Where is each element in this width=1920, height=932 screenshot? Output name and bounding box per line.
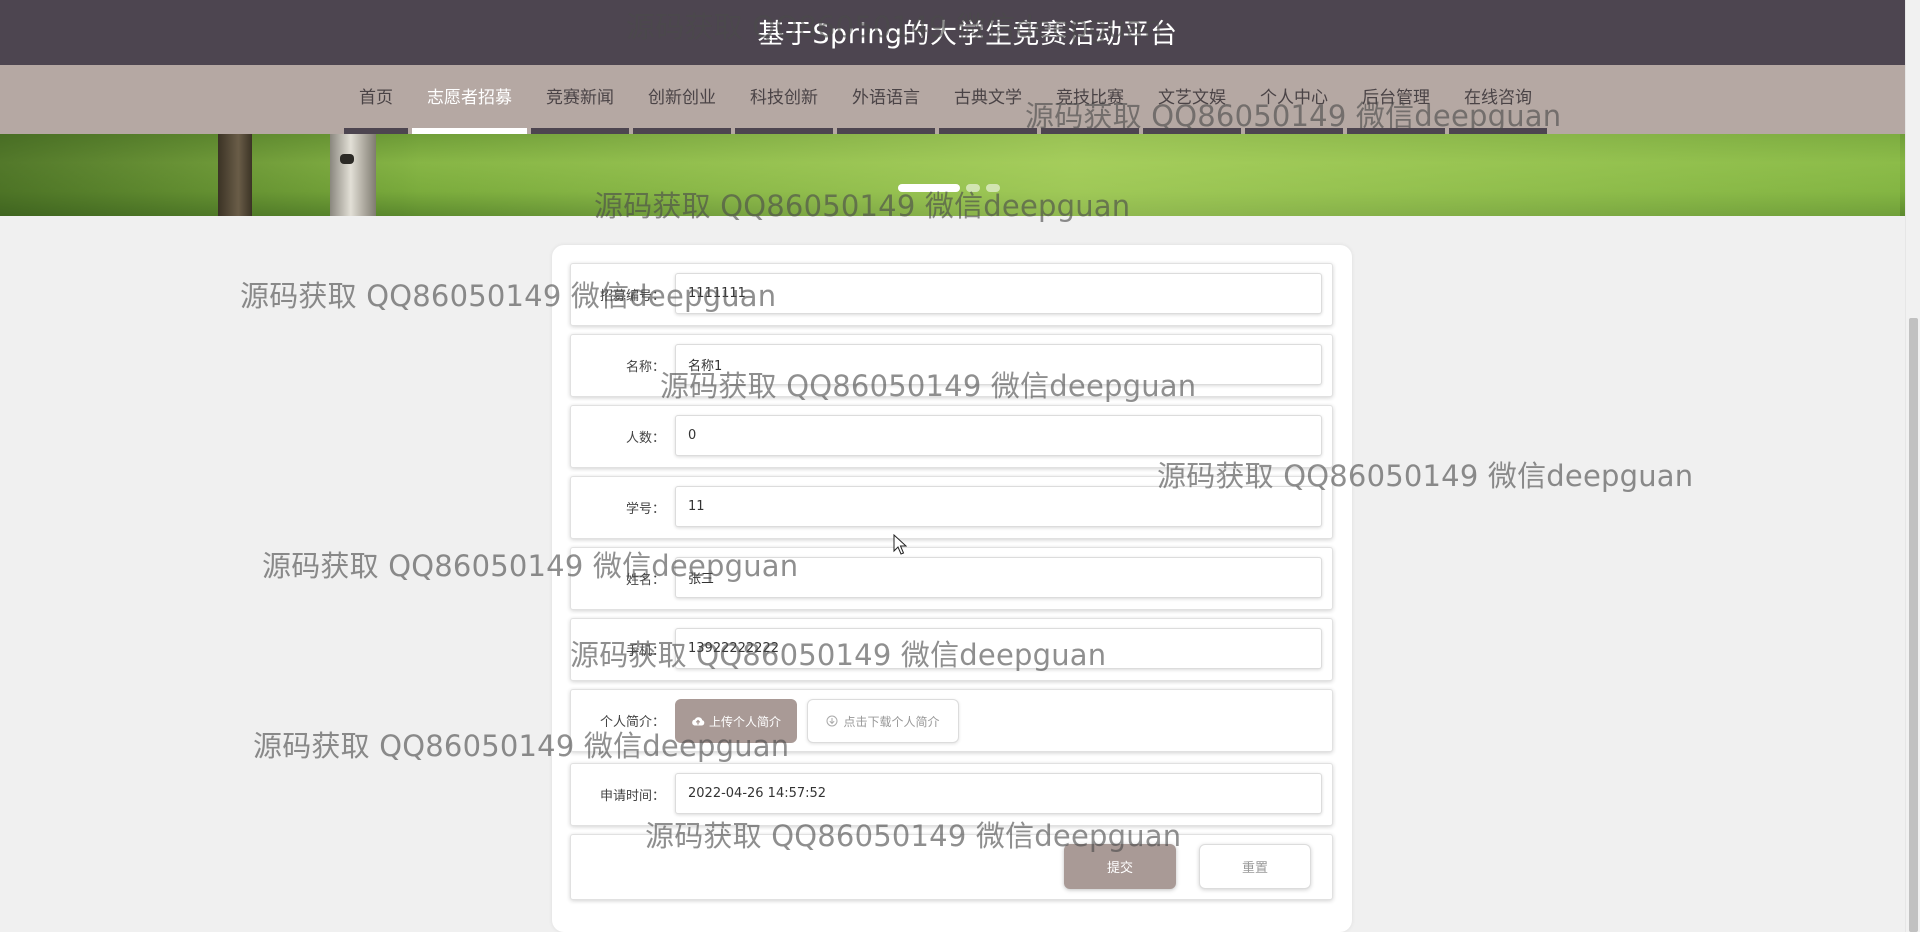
- nav-item-home[interactable]: 首页: [342, 65, 410, 134]
- field-label: 人数：: [625, 431, 665, 446]
- upload-resume-label: 上传个人简介: [708, 714, 781, 729]
- carousel-indicators: [898, 184, 1000, 192]
- field-label: 手机：: [625, 644, 665, 659]
- upload-resume-button[interactable]: 上传个人简介: [675, 699, 797, 743]
- carousel-dot[interactable]: [966, 184, 980, 192]
- carousel-dot[interactable]: [986, 184, 1000, 192]
- submit-button[interactable]: 提交: [1064, 844, 1176, 889]
- nav-item-online-consult[interactable]: 在线咨询: [1447, 65, 1549, 134]
- field-label: 学号：: [625, 502, 665, 517]
- download-resume-label: 点击下载个人简介: [843, 714, 940, 729]
- apply-time-input[interactable]: [675, 773, 1322, 814]
- nav-item-classical-literature[interactable]: 古典文学: [937, 65, 1039, 134]
- form-row-student-name: 姓名：: [570, 547, 1333, 610]
- form-row-recruit-no: 招募编号：: [570, 263, 1333, 326]
- student-name-input[interactable]: [675, 557, 1322, 598]
- form-row-count: 人数：: [570, 405, 1333, 468]
- form-row-apply-time: 申请时间：: [570, 763, 1333, 826]
- page-scrollbar[interactable]: [1905, 0, 1920, 932]
- scrollbar-thumb[interactable]: [1909, 318, 1918, 932]
- banner-image: [400, 134, 1900, 216]
- nav-item-personal-center[interactable]: 个人中心: [1243, 65, 1345, 134]
- nav-item-innovation-entrepreneurship[interactable]: 创新创业: [631, 65, 733, 134]
- recruit-no-input[interactable]: [675, 273, 1322, 314]
- name-input[interactable]: [675, 344, 1322, 385]
- field-label: 名称：: [625, 360, 665, 375]
- nav-item-foreign-language[interactable]: 外语语言: [835, 65, 937, 134]
- nav-item-competitive-games[interactable]: 竞技比赛: [1039, 65, 1141, 134]
- download-resume-button[interactable]: 点击下载个人简介: [807, 699, 959, 743]
- form-actions: 提交 重置: [570, 834, 1333, 900]
- form-row-phone: 手机：: [570, 618, 1333, 681]
- site-title: 基于Spring的大学生竞赛活动平台: [757, 19, 1178, 50]
- nav-item-competition-news[interactable]: 竞赛新闻: [529, 65, 631, 134]
- banner-birch-trunk: [330, 134, 376, 216]
- field-label: 申请时间：: [599, 789, 665, 804]
- banner-tree-trunk: [218, 134, 252, 216]
- cloud-upload-icon: [692, 717, 705, 726]
- main-nav: 首页 志愿者招募 竞赛新闻 创新创业 科技创新 外语语言 古典文学 竞技比赛 文…: [0, 65, 1905, 134]
- mouse-pointer-icon: [893, 534, 907, 555]
- count-input[interactable]: [675, 415, 1322, 456]
- form-row-name: 名称：: [570, 334, 1333, 397]
- phone-input[interactable]: [675, 628, 1322, 669]
- form-row-resume: 个人简介： 上传个人简介 点击下载个人简介: [570, 689, 1333, 752]
- field-label: 姓名：: [625, 573, 665, 588]
- reset-button[interactable]: 重置: [1199, 844, 1311, 889]
- nav-item-volunteer-recruitment[interactable]: 志愿者招募: [410, 65, 529, 134]
- nav-item-arts-entertainment[interactable]: 文艺文娱: [1141, 65, 1243, 134]
- field-label: 招募编号：: [599, 289, 665, 304]
- recruitment-form: 招募编号： 名称： 人数： 学号： 姓名： 手机： 个人简介： 上传个人简介: [552, 245, 1352, 932]
- site-header: 基于Spring的大学生竞赛活动平台: [0, 0, 1905, 65]
- nav-list: 首页 志愿者招募 竞赛新闻 创新创业 科技创新 外语语言 古典文学 竞技比赛 文…: [342, 65, 1549, 134]
- nav-item-admin[interactable]: 后台管理: [1345, 65, 1447, 134]
- nav-item-tech-innovation[interactable]: 科技创新: [733, 65, 835, 134]
- banner-carousel: [0, 134, 1905, 216]
- download-icon: [826, 715, 838, 727]
- carousel-dot[interactable]: [898, 184, 960, 192]
- form-row-student-id: 学号：: [570, 476, 1333, 539]
- field-label: 个人简介：: [599, 715, 665, 730]
- student-id-input[interactable]: [675, 486, 1322, 527]
